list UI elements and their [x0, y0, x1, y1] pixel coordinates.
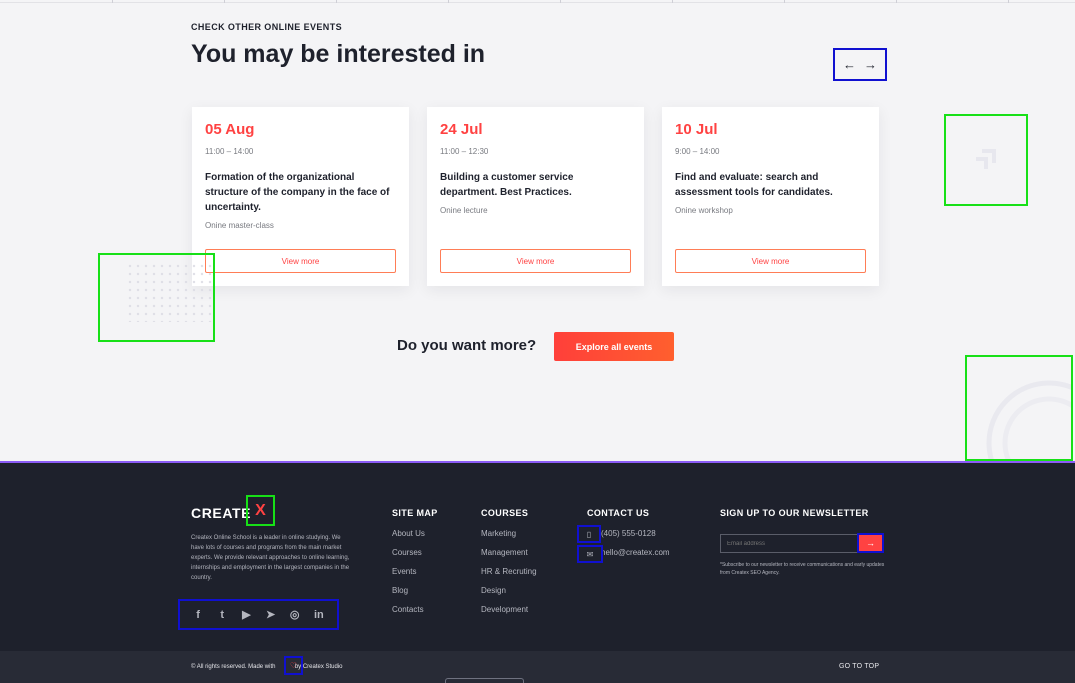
arrow-decoration-frame [944, 114, 1028, 206]
footer-link-hr[interactable]: HR & Recruting [481, 567, 537, 586]
event-date: 10 Jul [675, 121, 718, 138]
sitemap-heading: SITE MAP [392, 508, 438, 518]
arrow-right-icon[interactable]: → [864, 57, 877, 72]
cta-question: Do you want more? [397, 337, 537, 354]
footer-about: Createx Online School is a leader in onl… [191, 535, 350, 581]
decorative-arrow-icon [976, 149, 996, 169]
social-links: f t ▶ ➤ ◎ in [178, 599, 339, 630]
sitemap-links: About Us Courses Events Blog Contacts [392, 529, 425, 624]
phone-icon: ▯ [577, 525, 601, 543]
courses-links: Marketing Management HR & Recruting Desi… [481, 529, 537, 624]
footer-link-marketing[interactable]: Marketing [481, 529, 537, 548]
bottom-tab-handle [445, 678, 524, 683]
footer-link-blog[interactable]: Blog [392, 586, 425, 605]
circle-decoration-frame [965, 355, 1073, 461]
newsletter-note: *Subscribe to our newsletter to receive … [720, 562, 885, 576]
newsletter-heading: SIGN UP TO OUR NEWSLETTER [720, 508, 869, 518]
mail-icon: ✉ [577, 545, 603, 563]
event-title: Find and evaluate: search and assessment… [675, 172, 833, 198]
event-date: 24 Jul [440, 121, 483, 138]
newsletter-submit-button[interactable]: → [857, 533, 884, 553]
carousel-controls: ← → [833, 48, 887, 81]
linkedin-icon[interactable]: in [312, 609, 326, 621]
facebook-icon[interactable]: f [191, 609, 205, 621]
event-type: Onine workshop [675, 206, 733, 215]
view-more-button[interactable]: View more [205, 249, 396, 273]
twitter-icon[interactable]: t [215, 609, 229, 621]
explore-all-events-button[interactable]: Explore all events [554, 332, 674, 361]
footer-link-design[interactable]: Design [481, 586, 537, 605]
footer-link-courses[interactable]: Courses [392, 548, 425, 567]
event-date: 05 Aug [205, 121, 255, 138]
event-card: 05 Aug 11:00 – 14:00 Formation of the or… [192, 107, 409, 286]
logo-x-icon: X [246, 495, 275, 526]
event-time: 9:00 – 14:00 [675, 147, 720, 156]
dot-pattern-frame [98, 253, 215, 342]
youtube-icon[interactable]: ▶ [239, 608, 253, 621]
contact-heading: CONTACT US [587, 508, 650, 518]
contact-phone[interactable]: (405) 555-0128 [601, 529, 656, 538]
copyright-prefix: © All rights reserved. Made with [191, 664, 276, 670]
contact-email[interactable]: hello@createx.com [601, 548, 670, 557]
footer-bottom-bar [0, 651, 1075, 683]
event-time: 11:00 – 14:00 [205, 147, 254, 156]
event-title: Building a customer service department. … [440, 172, 574, 198]
event-card: 24 Jul 11:00 – 12:30 Building a customer… [427, 107, 644, 286]
footer-link-events[interactable]: Events [392, 567, 425, 586]
view-more-button[interactable]: View more [675, 249, 866, 273]
courses-heading: COURSES [481, 508, 529, 518]
arrow-left-icon[interactable]: ← [843, 57, 856, 72]
top-ruler [0, 0, 1075, 3]
section-title: You may be interested in [191, 40, 486, 68]
footer [0, 461, 1075, 651]
footer-link-development[interactable]: Development [481, 605, 537, 624]
event-time: 11:00 – 12:30 [440, 147, 489, 156]
footer-logo[interactable]: CREATE [191, 505, 251, 521]
go-to-top-link[interactable]: GO TO TOP [839, 663, 879, 670]
event-type: Onine lecture [440, 206, 488, 215]
event-title: Formation of the organizational structur… [205, 172, 390, 213]
footer-link-contacts[interactable]: Contacts [392, 605, 425, 624]
copyright: © All rights reserved. Made with by Crea… [191, 664, 343, 670]
decorative-circle-icon [986, 380, 1071, 459]
section-eyebrow: CHECK OTHER ONLINE EVENTS [191, 22, 343, 32]
instagram-icon[interactable]: ◎ [288, 608, 302, 621]
footer-link-management[interactable]: Management [481, 548, 537, 567]
view-more-button[interactable]: View more [440, 249, 631, 273]
heart-icon: ♡ [284, 656, 303, 675]
newsletter-email-input[interactable] [720, 534, 859, 553]
event-card: 10 Jul 9:00 – 14:00 Find and evaluate: s… [662, 107, 879, 286]
telegram-icon[interactable]: ➤ [264, 608, 278, 621]
footer-link-about-us[interactable]: About Us [392, 529, 425, 548]
event-type: Onine master-class [205, 221, 274, 230]
